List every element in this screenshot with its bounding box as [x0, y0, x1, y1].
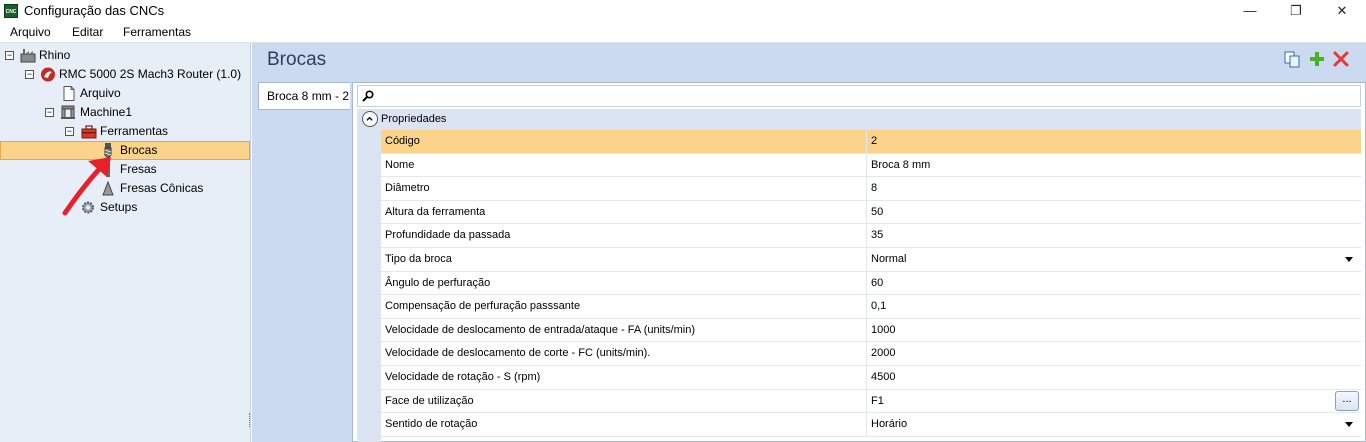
tree-label-fresas: Fresas [120, 162, 157, 176]
dropdown-arrow-icon[interactable] [1345, 257, 1353, 262]
window-title: Configuração das CNCs [24, 3, 165, 18]
search-input[interactable] [357, 85, 1361, 107]
tree-node-machine1[interactable]: − Machine1 [0, 103, 250, 122]
cnc-app-icon: CNC [4, 4, 18, 18]
property-name: Nome [385, 158, 415, 171]
tree-node-setups[interactable]: Setups [0, 198, 250, 217]
property-row-velocidade-entrada[interactable]: Velocidade de deslocamento de entrada/at… [381, 318, 1361, 343]
collapse-icon[interactable]: − [25, 70, 34, 79]
title-bar: CNC Configuração das CNCs — ❐ ✕ [0, 0, 1366, 22]
tree-label-brocas: Brocas [120, 143, 158, 157]
property-value[interactable]: Horário [871, 413, 907, 436]
property-row-angulo[interactable]: Ângulo de perfuração 60 [381, 271, 1361, 296]
collapse-category-icon[interactable] [362, 111, 378, 127]
property-row-diametro[interactable]: Diâmetro 8 [381, 177, 1361, 201]
property-name: Face de utilização [385, 394, 474, 407]
property-value[interactable]: 0,1 [871, 295, 886, 318]
menu-editar[interactable]: Editar [72, 25, 103, 40]
category-propriedades: Propriedades [357, 109, 1361, 130]
machine-tree: − Rhino − RMC 5000 2S Mach3 Router (1.0)… [0, 43, 251, 442]
property-row-nome[interactable]: Nome Broca 8 mm [381, 153, 1361, 178]
tree-label-arquivo: Arquivo [80, 86, 121, 100]
property-value[interactable]: Normal [871, 248, 906, 271]
property-row-compensacao[interactable]: Compensação de perfuração passsante 0,1 [381, 295, 1361, 319]
property-name: Compensação de perfuração passsante [385, 300, 581, 313]
machine-icon [61, 105, 75, 119]
tab-broca-8mm[interactable]: Broca 8 mm - 2 [258, 82, 350, 110]
close-button[interactable]: ✕ [1319, 0, 1365, 22]
property-row-tipo-broca[interactable]: Tipo da broca Normal [381, 248, 1361, 272]
property-value[interactable]: F1 [871, 390, 884, 413]
tree-label-ferramentas: Ferramentas [100, 124, 169, 138]
collapse-icon[interactable]: − [65, 127, 74, 136]
property-row-sentido-rotacao[interactable]: Sentido de rotação Horário [381, 413, 1361, 437]
property-name: Tipo da broca [385, 253, 452, 265]
add-icon[interactable] [1308, 50, 1326, 68]
tree-node-fresas[interactable]: Fresas [0, 160, 250, 179]
menu-bar: Arquivo Editar Ferramentas [0, 22, 1366, 43]
property-name: Velocidade de deslocamento de corte - FC… [385, 347, 651, 360]
tool-panel: Brocas Broca 8 mm - 2 Propriedades Códig… [252, 43, 1366, 442]
property-value[interactable]: 2 [871, 130, 877, 153]
tree-node-arquivo[interactable]: Arquivo [0, 84, 250, 103]
property-name: Velocidade de deslocamento de entrada/at… [385, 323, 696, 336]
property-row-altura[interactable]: Altura da ferramenta 50 [381, 200, 1361, 225]
annotation-arrow-icon [62, 157, 111, 216]
tree-node-machine-config[interactable]: − RMC 5000 2S Mach3 Router (1.0) [0, 65, 250, 84]
ellipsis-button[interactable]: ... [1335, 390, 1359, 411]
property-value[interactable]: Broca 8 mm [871, 154, 930, 177]
property-name: Código [385, 135, 420, 147]
property-name: Sentido de rotação [385, 418, 478, 431]
property-value[interactable]: 60 [871, 272, 883, 295]
search-icon [362, 90, 374, 102]
menu-arquivo[interactable]: Arquivo [10, 25, 51, 40]
tree-node-fresas-conicas[interactable]: Fresas Cônicas [0, 179, 250, 198]
property-value[interactable]: 2000 [871, 342, 895, 365]
property-name: Ângulo de perfuração [385, 276, 491, 289]
property-value[interactable]: 50 [871, 201, 883, 224]
menu-ferramentas[interactable]: Ferramentas [123, 25, 191, 40]
property-value[interactable]: 4500 [871, 366, 895, 389]
collapse-icon[interactable]: − [45, 108, 54, 117]
tree-node-rhino[interactable]: − Rhino [0, 46, 250, 65]
tree-node-brocas[interactable]: Brocas [0, 141, 250, 160]
panel-title: Brocas [267, 49, 327, 70]
grid-gutter [357, 130, 381, 442]
tree-label-rhino: Rhino [39, 48, 71, 62]
minimize-button[interactable]: — [1227, 0, 1273, 22]
property-name: Altura da ferramenta [385, 205, 486, 218]
property-value[interactable]: 1000 [871, 319, 895, 342]
tree-label-machine1: Machine1 [80, 105, 133, 119]
property-name: Diâmetro [385, 182, 430, 195]
property-value[interactable]: 35 [871, 224, 883, 247]
property-name: Profundidade da passada [385, 229, 511, 242]
tree-node-ferramentas[interactable]: − Ferramentas [0, 122, 250, 141]
factory-icon [20, 49, 36, 63]
tree-label-machine-config: RMC 5000 2S Mach3 Router (1.0) [59, 67, 242, 81]
file-icon [63, 86, 75, 101]
rhino-logo-icon [41, 67, 55, 82]
maximize-button[interactable]: ❐ [1273, 0, 1319, 22]
collapse-icon[interactable]: − [5, 51, 14, 60]
property-name: Velocidade de rotação - S (rpm) [385, 371, 541, 383]
toolbox-icon [81, 125, 97, 139]
property-row-face-utilizacao[interactable]: Face de utilização F1 ... [381, 389, 1361, 414]
delete-icon[interactable] [1332, 50, 1350, 68]
property-value[interactable]: 8 [871, 177, 877, 200]
tree-label-fresas-conicas: Fresas Cônicas [120, 181, 204, 195]
property-row-velocidade-corte[interactable]: Velocidade de deslocamento de corte - FC… [381, 342, 1361, 366]
dropdown-arrow-icon[interactable] [1345, 422, 1353, 428]
property-grid: Propriedades Código 2 Nome Broca 8 mm Di… [352, 82, 1366, 442]
property-row-codigo[interactable]: Código 2 [381, 130, 1361, 154]
category-label: Propriedades [381, 113, 447, 125]
copy-icon[interactable] [1283, 50, 1301, 68]
property-row-velocidade-rotacao[interactable]: Velocidade de rotação - S (rpm) 4500 [381, 366, 1361, 390]
property-row-profundidade[interactable]: Profundidade da passada 35 [381, 224, 1361, 248]
